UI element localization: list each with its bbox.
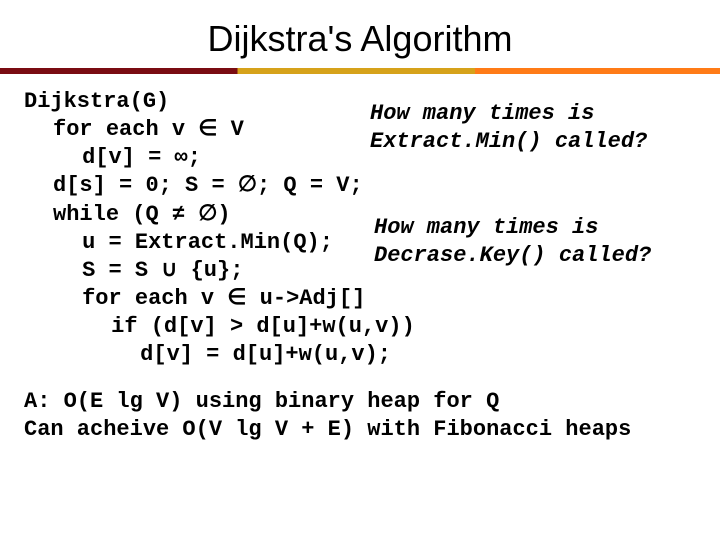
slide-title: Dijkstra's Algorithm [0, 18, 720, 60]
code-line: if (d[v] > d[u]+w(u,v)) [24, 313, 696, 341]
code-block: Dijkstra(G) for each v ∈ V d[v] = ∞; d[s… [0, 74, 720, 370]
code-line: for each v ∈ u->Adj[] [24, 285, 696, 313]
annotation-line: Decrase.Key() called? [374, 242, 651, 270]
slide: Dijkstra's Algorithm Dijkstra(G) for eac… [0, 18, 720, 558]
annotation-decreasekey: How many times is Decrase.Key() called? [374, 214, 651, 270]
annotation-line: How many times is [370, 100, 647, 128]
answer-block: A: O(E lg V) using binary heap for Q Can… [0, 370, 720, 444]
annotation-line: Extract.Min() called? [370, 128, 647, 156]
answer-line: A: O(E lg V) using binary heap for Q [24, 388, 696, 416]
code-line: d[s] = 0; S = ∅; Q = V; [24, 172, 696, 200]
annotation-extractmin: How many times is Extract.Min() called? [370, 100, 647, 156]
answer-line: Can acheive O(V lg V + E) with Fibonacci… [24, 416, 696, 444]
code-line: d[v] = d[u]+w(u,v); [24, 341, 696, 369]
annotation-line: How many times is [374, 214, 651, 242]
